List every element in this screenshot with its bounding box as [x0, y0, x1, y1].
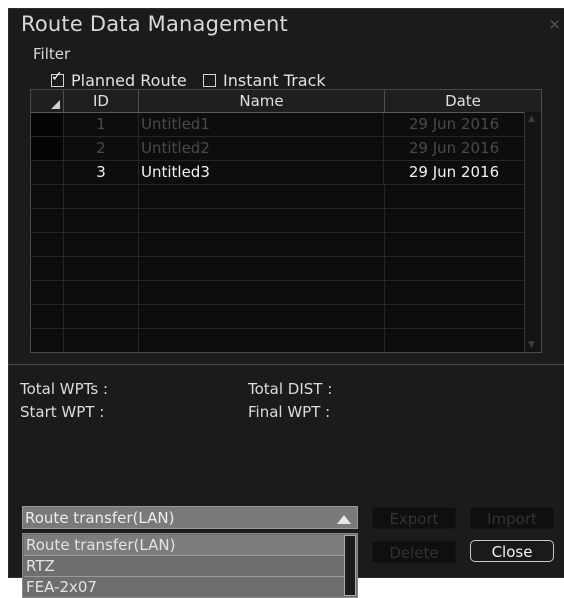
table-scrollbar[interactable]: ▲ ▼: [524, 112, 541, 352]
instant-track-checkbox[interactable]: [203, 74, 216, 87]
select-all-corner-icon[interactable]: [31, 90, 64, 113]
filter-instant-track[interactable]: Instant Track: [203, 71, 326, 90]
row-marker: [31, 113, 64, 136]
transfer-option[interactable]: FEA-2x07: [24, 576, 344, 597]
instant-track-label: Instant Track: [223, 71, 326, 90]
total-wpts-label: Total WPTs :: [20, 380, 108, 398]
dialog-title: Route Data Management: [21, 12, 288, 36]
divider: [8, 364, 564, 365]
close-button[interactable]: Close: [470, 540, 554, 562]
final-wpt-label: Final WPT :: [248, 403, 331, 421]
import-button[interactable]: Import: [470, 507, 554, 529]
route-table: ID Name Date 1 Untitled1 29 Jun 2016 2 U…: [30, 89, 542, 353]
empty-row: [31, 281, 541, 305]
empty-row: [31, 329, 541, 352]
empty-row: [31, 233, 541, 257]
close-icon[interactable]: ×: [548, 15, 561, 33]
start-wpt-label: Start WPT :: [20, 403, 105, 421]
row-date: 29 Jun 2016: [408, 139, 500, 157]
options-scrollbar[interactable]: [344, 535, 356, 596]
row-marker: [31, 161, 64, 184]
transfer-selected-value: Route transfer(LAN): [25, 509, 175, 527]
row-date: 29 Jun 2016: [408, 163, 500, 181]
total-dist-label: Total DIST :: [248, 380, 333, 398]
planned-route-checkbox[interactable]: [51, 69, 64, 87]
filter-label: Filter: [33, 45, 71, 63]
empty-row: [31, 185, 541, 209]
planned-route-label: Planned Route: [71, 71, 187, 90]
row-name: Untitled3: [139, 161, 384, 184]
transfer-type-select[interactable]: Route transfer(LAN): [22, 506, 358, 529]
transfer-option[interactable]: RTZ: [24, 555, 344, 576]
table-row[interactable]: 1 Untitled1 29 Jun 2016: [31, 113, 541, 137]
row-id: 1: [64, 113, 139, 136]
row-name: Untitled1: [139, 113, 384, 136]
column-header-date[interactable]: Date: [385, 90, 541, 113]
row-marker: [31, 137, 64, 160]
dropdown-caret-icon[interactable]: [337, 515, 351, 524]
empty-row: [31, 209, 541, 233]
scroll-up-icon[interactable]: ▲: [528, 114, 535, 124]
delete-button[interactable]: Delete: [372, 541, 456, 563]
empty-row: [31, 305, 541, 329]
filter-planned-route[interactable]: Planned Route: [51, 69, 187, 90]
column-header-id[interactable]: ID: [64, 90, 139, 113]
column-header-name[interactable]: Name: [139, 90, 385, 113]
empty-row: [31, 257, 541, 281]
row-name: Untitled2: [139, 137, 384, 160]
transfer-option[interactable]: Route transfer(LAN): [24, 535, 344, 555]
table-row[interactable]: 2 Untitled2 29 Jun 2016: [31, 137, 541, 161]
row-id: 2: [64, 137, 139, 160]
table-row[interactable]: 3 Untitled3 29 Jun 2016: [31, 161, 541, 185]
export-button[interactable]: Export: [372, 507, 456, 529]
row-date: 29 Jun 2016: [408, 115, 500, 133]
scroll-down-icon[interactable]: ▼: [528, 340, 535, 350]
row-id: 3: [64, 161, 139, 184]
transfer-options-list: Route transfer(LAN) RTZ FEA-2x07: [22, 533, 358, 598]
